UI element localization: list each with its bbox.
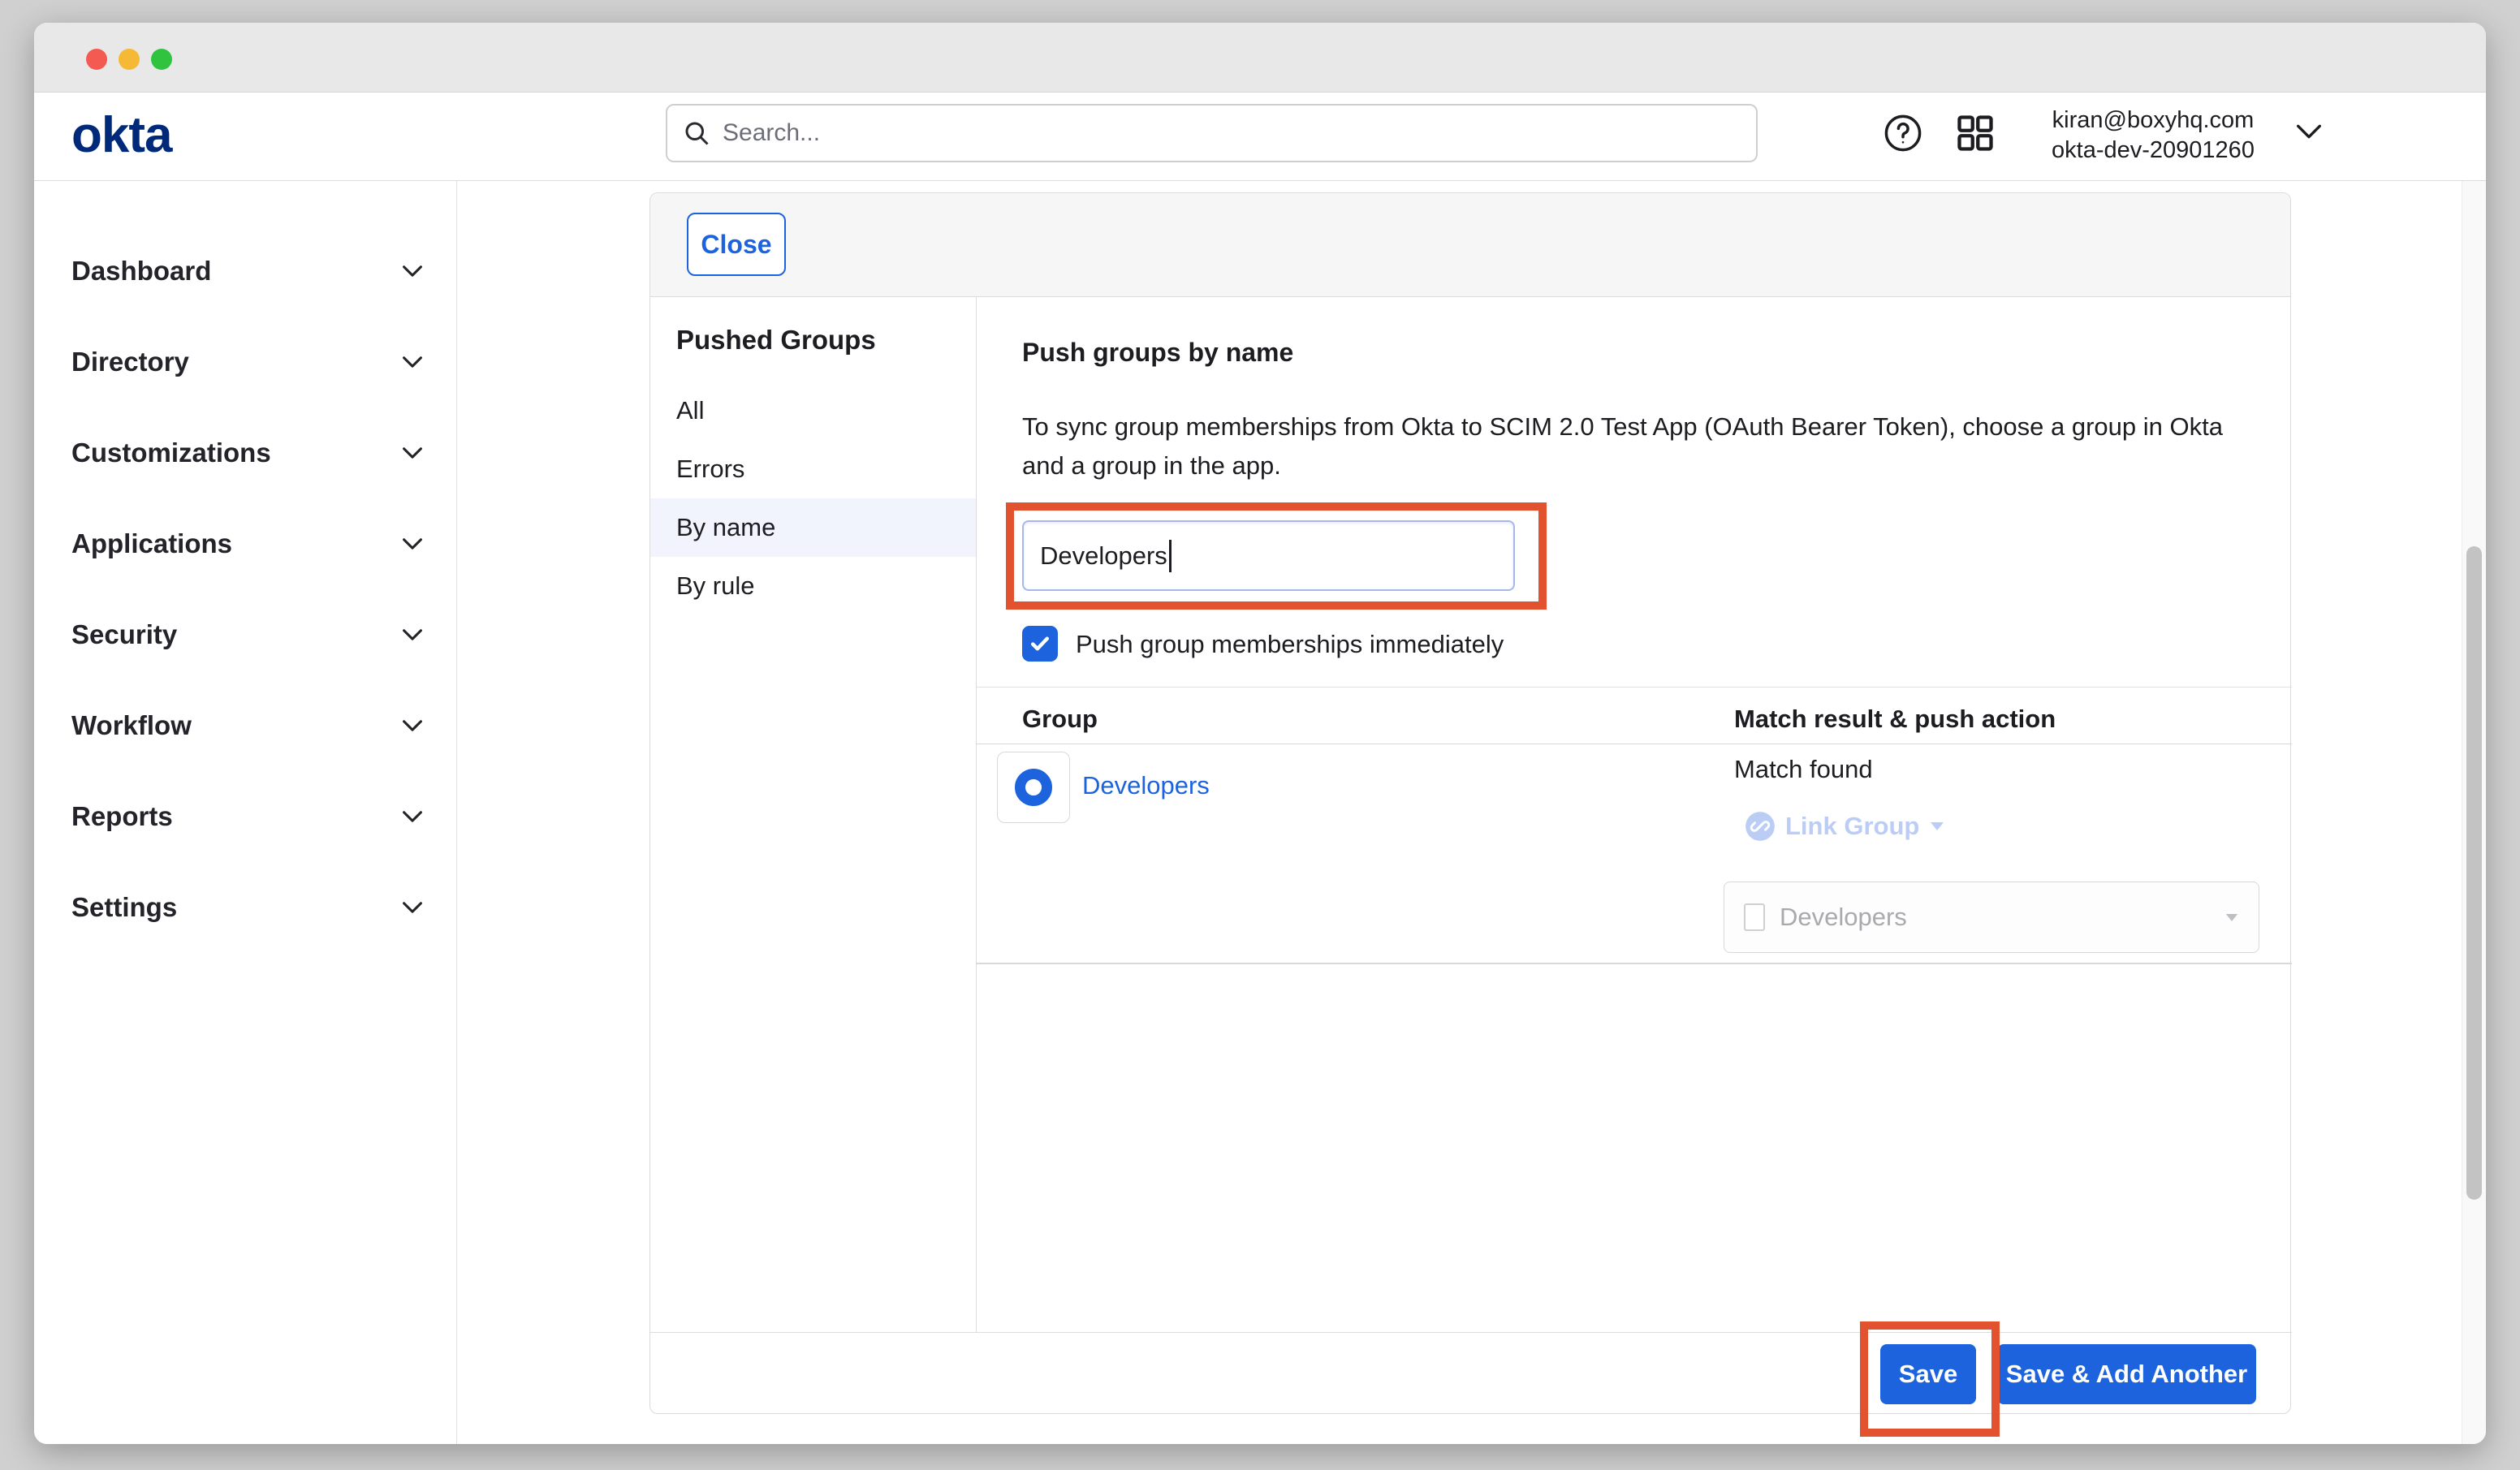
minimize-window-icon[interactable] bbox=[119, 49, 140, 70]
chevron-down-icon bbox=[402, 446, 423, 459]
checkbox-outline-icon bbox=[1744, 903, 1765, 931]
sidebar: Dashboard Directory Customizations Appli… bbox=[34, 181, 457, 1444]
save-and-add-another-button[interactable]: Save & Add Another bbox=[1997, 1344, 2256, 1404]
grid-icon bbox=[1954, 112, 1996, 154]
zoom-window-icon[interactable] bbox=[151, 49, 172, 70]
sidebar-item-label: Applications bbox=[71, 498, 232, 589]
account-email: kiran@boxyhq.com bbox=[2023, 106, 2283, 136]
push-immediately-label: Push group memberships immediately bbox=[1076, 626, 1504, 662]
subnav-item-errors[interactable]: Errors bbox=[650, 440, 976, 498]
sidebar-item-label: Directory bbox=[71, 317, 189, 407]
close-window-icon[interactable] bbox=[86, 49, 107, 70]
sidebar-item-directory[interactable]: Directory bbox=[34, 317, 457, 407]
chevron-down-icon bbox=[402, 810, 423, 823]
sidebar-item-applications[interactable]: Applications bbox=[34, 498, 457, 589]
group-search-field[interactable]: Developers bbox=[1022, 520, 1515, 591]
page-title: Push groups by name bbox=[1022, 338, 1293, 368]
subnav-title: Pushed Groups bbox=[676, 325, 876, 356]
app-switcher-button[interactable] bbox=[1946, 104, 2004, 162]
select-caret-icon bbox=[2224, 912, 2239, 923]
subnav-item-by-name[interactable]: By name bbox=[650, 498, 976, 557]
group-icon bbox=[1015, 769, 1052, 806]
search-input[interactable] bbox=[723, 119, 1741, 147]
account-chevron-down-icon[interactable] bbox=[2295, 123, 2323, 140]
pushed-groups-panel: Close Pushed Groups All Errors By name B… bbox=[649, 192, 2291, 1414]
chevron-down-icon bbox=[402, 356, 423, 369]
caret-down-icon bbox=[1929, 821, 1945, 832]
group-search-value: Developers bbox=[1040, 541, 1167, 571]
footer-divider bbox=[650, 1332, 2292, 1333]
sidebar-item-security[interactable]: Security bbox=[34, 589, 457, 680]
sidebar-item-customizations[interactable]: Customizations bbox=[34, 407, 457, 498]
panel-header: Close bbox=[650, 193, 2290, 297]
app-window: okta bbox=[34, 23, 2486, 1444]
close-button[interactable]: Close bbox=[687, 213, 786, 276]
sidebar-item-label: Security bbox=[71, 589, 177, 680]
global-search[interactable] bbox=[666, 104, 1758, 162]
sidebar-item-reports[interactable]: Reports bbox=[34, 771, 457, 862]
scrollbar-thumb[interactable] bbox=[2466, 546, 2482, 1200]
chevron-down-icon bbox=[402, 265, 423, 278]
sidebar-item-settings[interactable]: Settings bbox=[34, 862, 457, 953]
group-name-link[interactable]: Developers bbox=[1082, 771, 1210, 800]
link-icon bbox=[1745, 811, 1776, 842]
subnav-divider bbox=[976, 297, 977, 1332]
sidebar-item-dashboard[interactable]: Dashboard bbox=[34, 226, 457, 317]
sidebar-item-label: Dashboard bbox=[71, 226, 211, 317]
search-icon bbox=[682, 119, 711, 148]
link-group-dropdown-button[interactable]: Link Group bbox=[1745, 808, 1945, 844]
help-icon bbox=[1882, 112, 1924, 154]
link-group-label: Link Group bbox=[1785, 812, 1919, 841]
account-org: okta-dev-20901260 bbox=[2023, 136, 2283, 166]
window-titlebar bbox=[34, 23, 2486, 93]
sidebar-item-label: Customizations bbox=[71, 407, 271, 498]
group-avatar bbox=[997, 752, 1070, 823]
match-status: Match found bbox=[1734, 755, 1873, 784]
divider bbox=[976, 687, 2292, 688]
account-menu[interactable]: kiran@boxyhq.com okta-dev-20901260 bbox=[2023, 106, 2283, 167]
text-cursor bbox=[1169, 540, 1172, 572]
help-button[interactable] bbox=[1874, 104, 1932, 162]
desktop: { "topnav": { "logo_text": "okta", "sear… bbox=[0, 0, 2520, 1470]
chevron-down-icon bbox=[402, 628, 423, 641]
column-header-match: Match result & push action bbox=[1734, 705, 2056, 734]
sidebar-item-label: Workflow bbox=[71, 680, 192, 771]
target-group-value: Developers bbox=[1780, 903, 2210, 932]
description-text: To sync group memberships from Okta to S… bbox=[1022, 407, 2240, 485]
save-button[interactable]: Save bbox=[1880, 1344, 1976, 1404]
chevron-down-icon bbox=[402, 719, 423, 732]
column-header-group: Group bbox=[1022, 705, 1098, 734]
chevron-down-icon bbox=[402, 901, 423, 914]
subnav-item-all[interactable]: All bbox=[650, 382, 976, 440]
sidebar-item-label: Settings bbox=[71, 862, 177, 953]
chevron-down-icon bbox=[402, 537, 423, 550]
row-divider bbox=[976, 963, 2292, 964]
subnav-item-by-rule[interactable]: By rule bbox=[650, 557, 976, 615]
target-group-select[interactable]: Developers bbox=[1724, 882, 2259, 953]
top-navigation: okta bbox=[34, 93, 2486, 181]
check-icon bbox=[1028, 632, 1052, 656]
sidebar-item-workflow[interactable]: Workflow bbox=[34, 680, 457, 771]
push-immediately-checkbox[interactable] bbox=[1022, 626, 1058, 662]
sidebar-item-label: Reports bbox=[71, 771, 173, 862]
scrollbar-track[interactable] bbox=[2462, 181, 2486, 1444]
okta-logo: okta bbox=[71, 93, 171, 181]
